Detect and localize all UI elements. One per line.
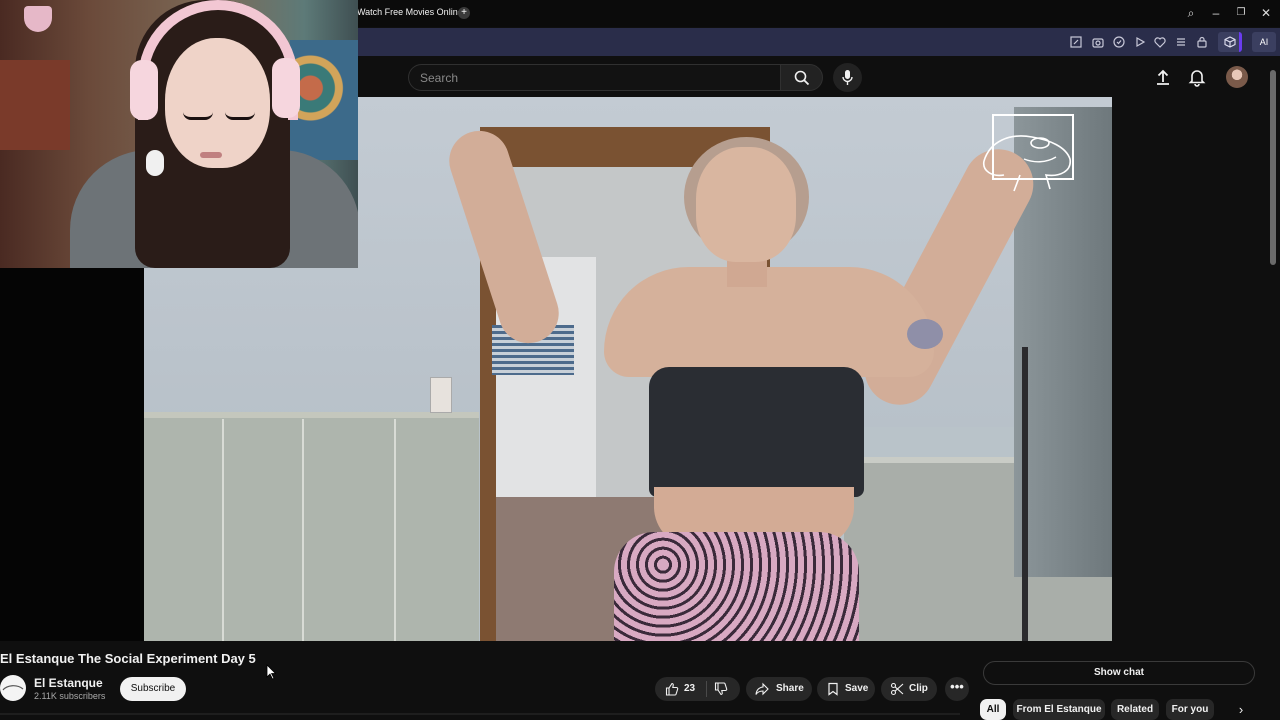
chevron-right-icon[interactable]: › — [1233, 702, 1249, 718]
scrollbar-thumb[interactable] — [1270, 70, 1276, 265]
search-button[interactable] — [780, 64, 823, 91]
cube-extension-button[interactable] — [1218, 32, 1242, 52]
chip-related[interactable]: Related — [1111, 699, 1159, 720]
subscribe-button[interactable]: Subscribe — [120, 677, 186, 701]
avatar[interactable] — [1226, 66, 1248, 88]
webcam-chair — [290, 40, 358, 160]
webcam-overlay — [0, 0, 358, 268]
browser-toolbar: AI — [355, 28, 1280, 56]
chip-from-channel[interactable]: From El Estanque — [1013, 699, 1105, 720]
save-label: Save — [845, 683, 869, 694]
subscriber-count: 2.11K subscribers — [34, 691, 106, 701]
channel-avatar[interactable] — [0, 675, 26, 701]
frog-logo-icon — [982, 114, 1074, 192]
chip-all[interactable]: All — [980, 699, 1006, 720]
clip-label: Clip — [909, 683, 928, 694]
video-frame-pants — [614, 532, 859, 641]
frog-logo-icon — [2, 685, 24, 691]
bell-icon[interactable] — [1187, 67, 1207, 87]
webcam-mouth — [200, 152, 222, 158]
new-tab-button[interactable]: + — [458, 7, 470, 19]
close-button[interactable]: ✕ — [1258, 5, 1274, 21]
tile-line — [394, 419, 396, 641]
description-box-edge — [0, 713, 960, 720]
clip-button[interactable]: Clip — [881, 677, 937, 701]
webcam-shelf — [0, 60, 70, 150]
video-frame-switch — [430, 377, 452, 413]
upload-icon[interactable] — [1153, 67, 1173, 87]
headset-earcup — [272, 58, 300, 118]
save-button[interactable]: Save — [817, 677, 875, 701]
video-frame-sensor — [907, 319, 943, 349]
more-actions-button[interactable]: ••• — [945, 677, 969, 701]
headset-mic — [146, 150, 164, 176]
lock-icon[interactable] — [1195, 35, 1209, 49]
thumbs-down-icon[interactable] — [714, 682, 728, 696]
tile-line — [222, 419, 224, 641]
browser-search-icon[interactable]: ⌕ — [1183, 5, 1199, 21]
show-chat-button[interactable]: Show chat — [983, 661, 1255, 685]
shield-icon[interactable] — [1112, 35, 1126, 49]
edit-icon[interactable] — [1069, 35, 1083, 49]
menu-icon[interactable] — [1174, 35, 1188, 49]
share-button[interactable]: Share — [746, 677, 812, 701]
share-icon — [755, 682, 769, 696]
minimize-button[interactable]: – — [1208, 5, 1224, 21]
video-frame-head — [696, 147, 796, 262]
search-placeholder: Search — [420, 71, 459, 85]
bookmark-icon — [828, 682, 838, 696]
heart-icon[interactable] — [1153, 35, 1167, 49]
channel-name[interactable]: El Estanque — [34, 676, 103, 690]
ai-label: AI — [1259, 37, 1269, 47]
video-frame-tiles — [144, 412, 479, 641]
tile-line — [302, 419, 304, 641]
video-title: El Estanque The Social Experiment Day 5 — [0, 651, 256, 666]
share-label: Share — [776, 683, 804, 694]
screen: Watch Free Movies Online + ⌕ – ❐ ✕ AI Se… — [0, 0, 1280, 720]
video-frame-pipe — [1022, 347, 1028, 641]
scissors-icon — [890, 682, 904, 696]
ai-button[interactable]: AI — [1252, 32, 1276, 52]
mouse-cursor-icon — [266, 664, 276, 680]
voice-search-button[interactable] — [833, 63, 862, 92]
headset-earcup — [130, 60, 158, 120]
restore-button[interactable]: ❐ — [1233, 5, 1249, 21]
cube-icon — [1224, 36, 1236, 48]
like-divider — [706, 681, 707, 697]
camera-icon[interactable] — [1091, 35, 1105, 49]
tab-title[interactable]: Watch Free Movies Online — [357, 7, 463, 17]
video-frame-top — [649, 367, 864, 497]
like-dislike-group: 23 — [655, 677, 740, 701]
search-input[interactable]: Search — [408, 64, 780, 91]
search-icon — [794, 70, 810, 86]
chip-for-you[interactable]: For you — [1166, 699, 1214, 720]
microphone-icon — [842, 70, 853, 85]
like-count[interactable]: 23 — [684, 677, 695, 701]
thumbs-up-icon[interactable] — [665, 682, 679, 696]
left-panel — [0, 268, 144, 641]
play-icon[interactable] — [1133, 35, 1147, 49]
video-frame-shoulders — [604, 267, 934, 377]
